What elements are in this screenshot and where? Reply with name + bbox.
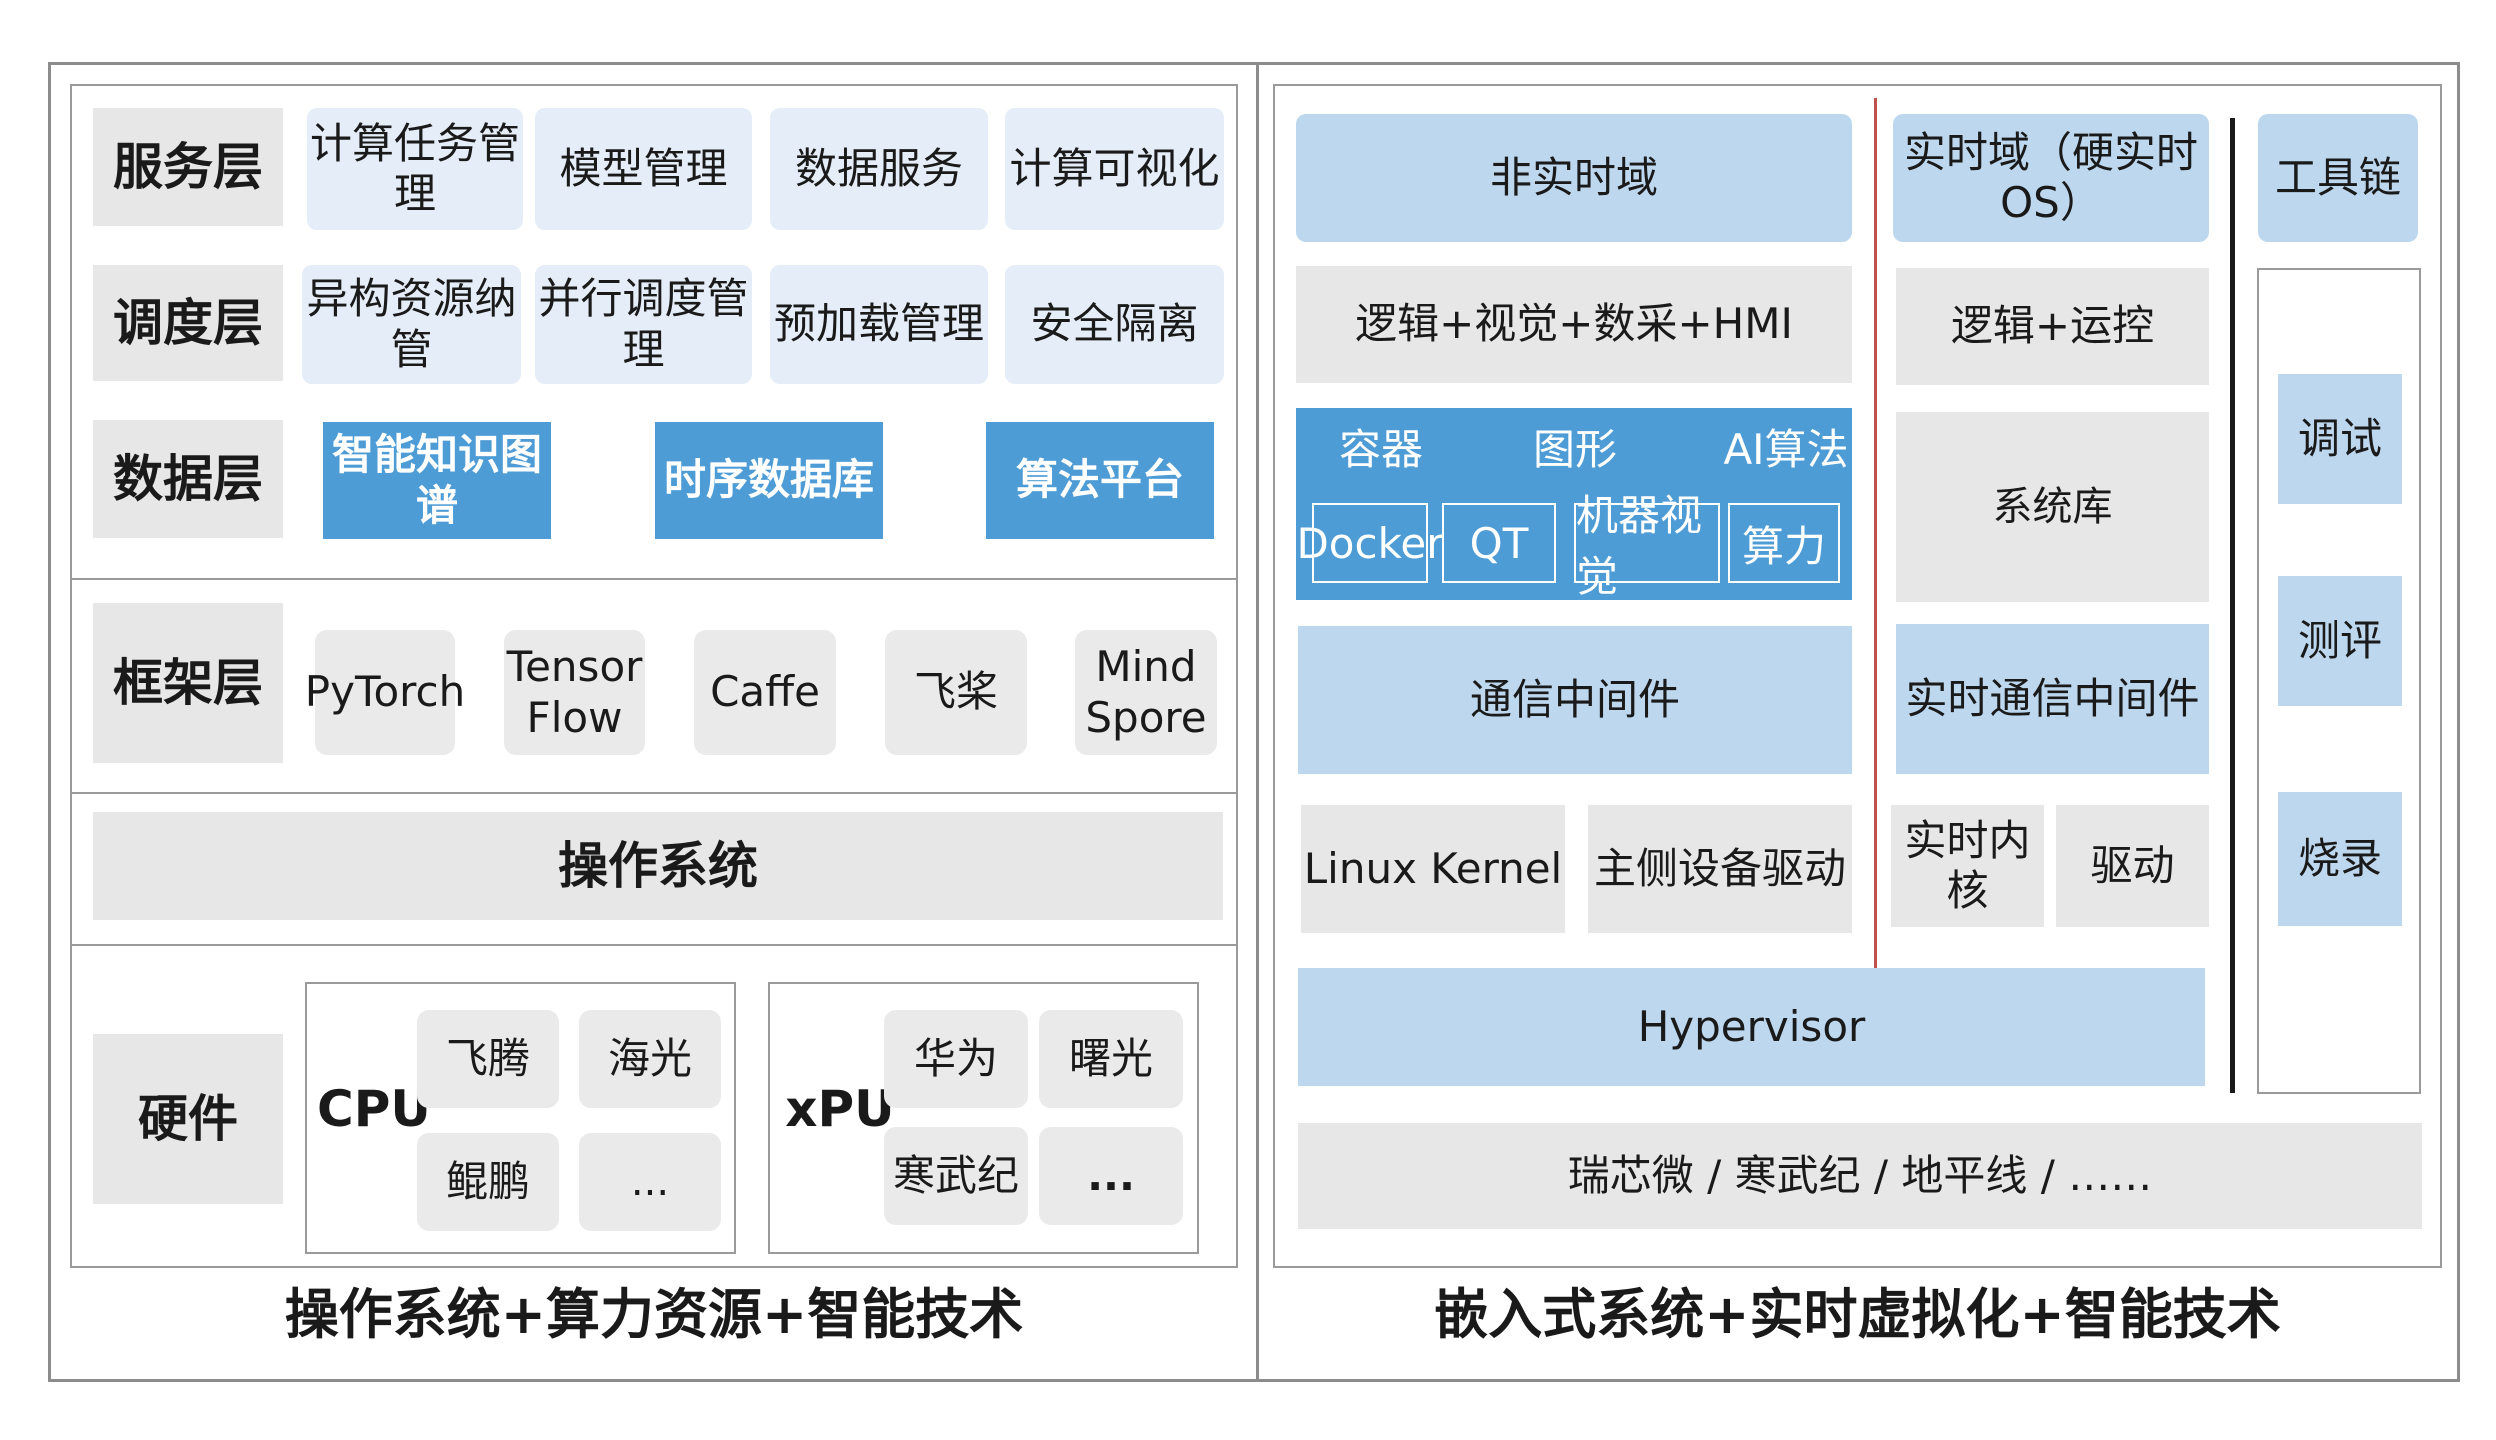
schedule-item: 预加载管理 xyxy=(770,265,988,384)
xpu-item: 曙光 xyxy=(1039,1010,1183,1108)
rt-app: 逻辑+运控 xyxy=(1896,268,2209,385)
hardware-label: 硬件 xyxy=(93,1034,283,1204)
xpu-item: 寒武纪 xyxy=(884,1127,1028,1225)
non-rt-header: 非实时域 xyxy=(1296,114,1852,242)
xpu-label: xPU xyxy=(785,1080,895,1138)
left-caption: 操作系统+算力资源+智能技术 xyxy=(284,1282,1024,1346)
rt-driver: 驱动 xyxy=(2056,805,2209,927)
data-item: 时序数据库 xyxy=(655,422,883,539)
divider-line xyxy=(70,944,1238,946)
service-item: 计算可视化 xyxy=(1005,108,1224,230)
non-rt-middleware: 通信中间件 xyxy=(1298,626,1852,774)
docker-cell: Docker xyxy=(1296,503,1444,583)
right-caption: 嵌入式系统+实时虚拟化+智能技术 xyxy=(1434,1282,2281,1346)
divider-line xyxy=(70,578,1238,580)
framework-item-paddle: 飞桨 xyxy=(885,630,1027,755)
os-bar: 操作系统 xyxy=(93,812,1223,920)
divider-line xyxy=(70,792,1238,794)
framework-layer-label: 框架层 xyxy=(93,603,283,763)
schedule-item: 并行调度管理 xyxy=(535,265,752,384)
ai-algorithm-label: AI算法 xyxy=(1723,424,1849,474)
service-item: 计算任务管理 xyxy=(307,108,523,230)
domain-divider-line xyxy=(1874,98,1877,968)
compute-cell: 算力 xyxy=(1728,503,1840,583)
data-layer-label: 数据层 xyxy=(93,420,283,538)
qt-cell: QT xyxy=(1442,503,1556,583)
cpu-label: CPU xyxy=(317,1080,431,1138)
rt-middleware: 实时通信中间件 xyxy=(1896,624,2209,774)
xpu-item: 华为 xyxy=(884,1010,1028,1108)
rt-header: 实时域（硬实时OS） xyxy=(1893,114,2209,242)
container-label: 容器 xyxy=(1338,424,1423,474)
service-item: 数据服务 xyxy=(770,108,988,230)
machine-vision-cell: 机器视觉 xyxy=(1574,491,1720,601)
service-item: 模型管理 xyxy=(535,108,752,230)
graphics-label: 图形 xyxy=(1532,424,1617,474)
service-layer-label: 服务层 xyxy=(93,108,283,226)
framework-item-tensorflow: Tensor Flow xyxy=(504,630,645,755)
framework-item-pytorch: PyTorch xyxy=(305,630,465,755)
hypervisor-bar: Hypervisor xyxy=(1298,968,2205,1086)
schedule-layer-label: 调度层 xyxy=(93,265,283,381)
schedule-item: 安全隔离 xyxy=(1005,265,1224,384)
rt-kernel: 实时内核 xyxy=(1891,805,2044,927)
xpu-item: ... xyxy=(1039,1127,1183,1225)
toolchain-divider-line xyxy=(2230,118,2235,1093)
cpu-item: 鲲鹏 xyxy=(417,1133,559,1231)
data-item: 智能知识图谱 xyxy=(323,422,551,539)
linux-kernel: Linux Kernel xyxy=(1301,805,1565,933)
schedule-item: 异构资源纳管 xyxy=(302,265,521,384)
flash-tool: 烧录 xyxy=(2278,792,2402,926)
cpu-item: ... xyxy=(579,1133,721,1231)
host-device-driver: 主侧设备驱动 xyxy=(1588,805,1852,933)
data-item: 算法平台 xyxy=(986,422,1214,539)
cpu-item: 飞腾 xyxy=(417,1010,559,1108)
toolchain-header: 工具链 xyxy=(2258,114,2418,242)
rt-system-lib: 系统库 xyxy=(1896,412,2209,602)
framework-item-caffe: Caffe xyxy=(694,630,836,755)
framework-item-mindspore: Mind Spore xyxy=(1075,630,1217,755)
debug-tool: 调试 xyxy=(2278,374,2402,504)
non-rt-app: 逻辑+视觉+数采+HMI xyxy=(1296,266,1852,383)
chip-vendors-bar: 瑞芯微 / 寒武纪 / 地平线 / …… xyxy=(1298,1123,2422,1229)
evaluation-tool: 测评 xyxy=(2278,576,2402,706)
cpu-item: 海光 xyxy=(579,1010,721,1108)
